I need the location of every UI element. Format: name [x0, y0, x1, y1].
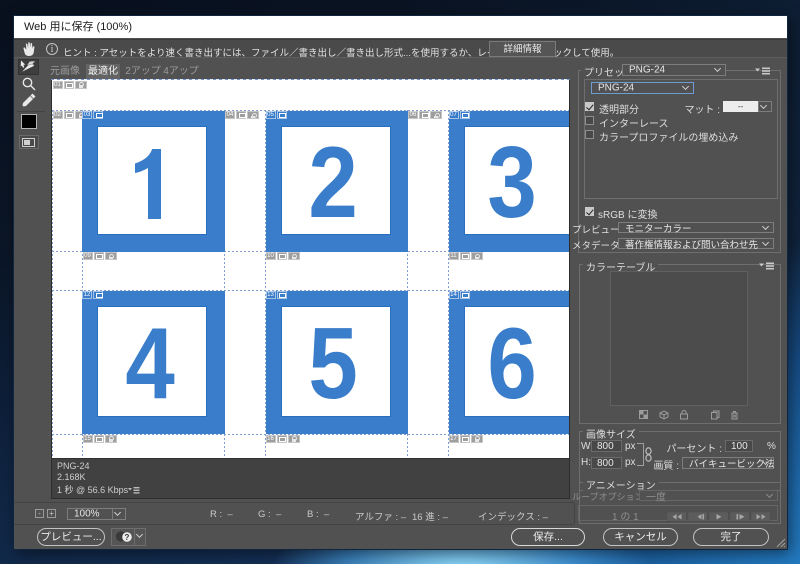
svg-text:?: ?	[125, 533, 130, 542]
